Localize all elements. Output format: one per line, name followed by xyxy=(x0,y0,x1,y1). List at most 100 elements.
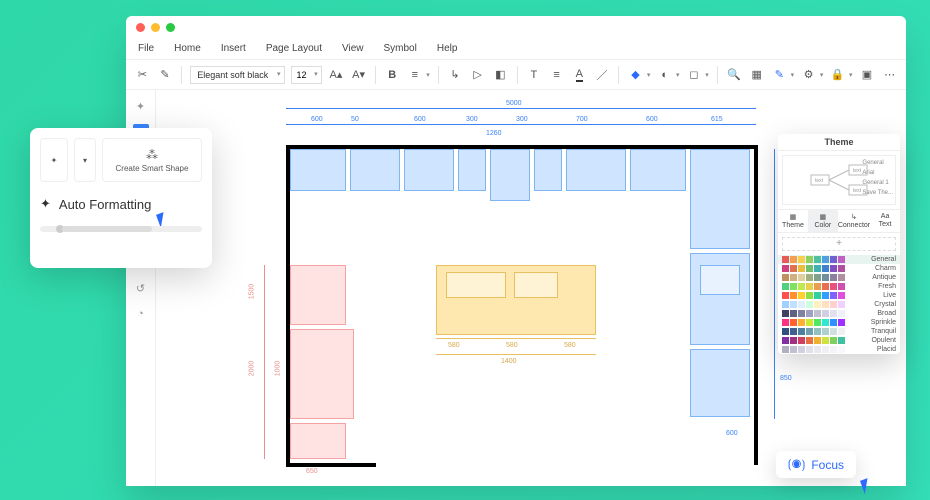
maximize-icon[interactable] xyxy=(166,23,175,32)
cooktop[interactable] xyxy=(446,272,506,298)
theme-title: Theme xyxy=(778,134,900,151)
tab-theme[interactable]: ▦Theme xyxy=(778,210,808,232)
create-smart-shape-button[interactable]: ⁂ Create Smart Shape xyxy=(102,138,202,182)
bold-button[interactable]: B xyxy=(384,66,401,84)
create-smart-shape-label: Create Smart Shape xyxy=(116,164,189,173)
settings-icon[interactable]: ⚙ xyxy=(800,66,817,84)
menu-view[interactable]: View xyxy=(342,43,364,54)
auto-formatting-label: Auto Formatting xyxy=(59,197,152,212)
tab-color[interactable]: ▦Color xyxy=(808,210,838,232)
dim: 850 xyxy=(780,375,792,382)
dim: 600 xyxy=(726,430,738,437)
fill-icon[interactable]: ◆ xyxy=(627,66,644,84)
tab-text[interactable]: AaText xyxy=(870,210,900,232)
more-icon[interactable]: ⋯ xyxy=(881,66,898,84)
focus-button[interactable]: ⟮◉⟯ Focus xyxy=(776,451,856,478)
theme-side-item[interactable]: General 1 xyxy=(862,178,893,188)
palette-row[interactable]: Placid xyxy=(778,345,900,354)
appliance[interactable] xyxy=(290,423,346,459)
dim: 1500 xyxy=(248,284,255,300)
palette-row[interactable]: Live xyxy=(778,291,900,300)
dim: 1400 xyxy=(501,358,517,365)
dim: 2000 xyxy=(248,361,255,377)
lock-icon[interactable]: 🔒 xyxy=(829,66,846,84)
font-grow-icon[interactable]: A▴ xyxy=(328,66,345,84)
slider[interactable] xyxy=(40,226,202,232)
cabinet[interactable] xyxy=(290,149,346,191)
theme-side-item[interactable]: Save The... xyxy=(862,188,893,198)
sparkle-icon: ✦ xyxy=(40,196,51,212)
palette-row[interactable]: Charm xyxy=(778,264,900,273)
toolbar: ✂ ✎ Elegant soft black 12 A▴ A▾ B ≡▾ ↳ ▷… xyxy=(126,60,906,90)
palette-row[interactable]: Fresh xyxy=(778,282,900,291)
dim: 600 xyxy=(311,116,323,123)
shadow-icon[interactable]: ◐ xyxy=(656,66,673,84)
menu-page-layout[interactable]: Page Layout xyxy=(266,43,322,54)
appliance[interactable] xyxy=(290,265,346,325)
cabinet[interactable] xyxy=(534,149,562,191)
menu-symbol[interactable]: Symbol xyxy=(384,43,417,54)
cut-icon[interactable]: ✂ xyxy=(134,66,151,84)
align-left-icon[interactable]: ≡ xyxy=(548,66,565,84)
sparkle-button[interactable]: ✦ xyxy=(40,138,68,182)
palette-row[interactable]: Broad xyxy=(778,309,900,318)
dim: 1000 xyxy=(274,361,281,377)
svg-text:text: text xyxy=(853,188,862,194)
menu-home[interactable]: Home xyxy=(174,43,201,54)
cabinet[interactable] xyxy=(350,149,400,191)
minimize-icon[interactable] xyxy=(151,23,160,32)
menu-bar: File Home Insert Page Layout View Symbol… xyxy=(126,38,906,60)
line-icon[interactable]: ／ xyxy=(594,66,611,84)
cabinet[interactable] xyxy=(690,349,750,417)
cabinet[interactable] xyxy=(630,149,686,191)
palette-row[interactable]: Opulent xyxy=(778,336,900,345)
sink[interactable] xyxy=(514,272,558,298)
cabinet[interactable] xyxy=(566,149,626,191)
pen-icon[interactable]: ✎ xyxy=(771,66,788,84)
titlebar xyxy=(126,16,906,38)
palette-row[interactable]: Tranquil xyxy=(778,327,900,336)
close-icon[interactable] xyxy=(136,23,145,32)
theme-side-item[interactable]: General xyxy=(862,158,893,168)
cabinet[interactable] xyxy=(404,149,454,191)
sidebar-comment-icon[interactable]: ◔ xyxy=(133,306,149,322)
pointer-icon[interactable]: ▷ xyxy=(469,66,486,84)
palette-row[interactable]: Crystal xyxy=(778,300,900,309)
dim: 580 xyxy=(506,342,518,349)
fridge[interactable] xyxy=(690,149,750,249)
add-palette-button[interactable]: + xyxy=(782,237,896,251)
dim: 700 xyxy=(576,116,588,123)
menu-insert[interactable]: Insert xyxy=(221,43,246,54)
appliance[interactable] xyxy=(290,329,354,419)
text-tool-icon[interactable]: T xyxy=(526,66,543,84)
dropdown-button[interactable]: ▾ xyxy=(74,138,96,182)
font-size-select[interactable]: 12 xyxy=(291,66,322,84)
dim: 600 xyxy=(414,116,426,123)
bullets-icon[interactable]: ≡ xyxy=(407,66,424,84)
hood[interactable] xyxy=(490,149,530,201)
palette-row[interactable]: Sprinkle xyxy=(778,318,900,327)
search-icon[interactable]: 🔍 xyxy=(726,66,743,84)
cabinet[interactable] xyxy=(458,149,486,191)
theme-side-item[interactable]: Arial xyxy=(862,168,893,178)
menu-file[interactable]: File xyxy=(138,43,154,54)
menu-help[interactable]: Help xyxy=(437,43,458,54)
palette-row[interactable]: General xyxy=(778,255,900,264)
sidebar-sparkle-icon[interactable]: ✦ xyxy=(133,98,149,114)
layers-icon[interactable]: ◧ xyxy=(492,66,509,84)
grid-icon[interactable]: ▦ xyxy=(748,66,765,84)
dim: 300 xyxy=(516,116,528,123)
crop-icon[interactable]: ◻ xyxy=(686,66,703,84)
sidebar-history-icon[interactable]: ↺ xyxy=(133,280,149,296)
font-shrink-icon[interactable]: A▾ xyxy=(350,66,367,84)
dim: 615 xyxy=(711,116,723,123)
sink[interactable] xyxy=(700,265,740,295)
export-icon[interactable]: ▣ xyxy=(859,66,876,84)
paintbrush-icon[interactable]: ✎ xyxy=(157,66,174,84)
dim: 580 xyxy=(448,342,460,349)
font-select[interactable]: Elegant soft black xyxy=(190,66,284,84)
palette-row[interactable]: Antique xyxy=(778,273,900,282)
tab-connector[interactable]: ↳Connector xyxy=(838,210,870,232)
font-color-icon[interactable]: A xyxy=(571,66,588,84)
connector-icon[interactable]: ↳ xyxy=(447,66,464,84)
